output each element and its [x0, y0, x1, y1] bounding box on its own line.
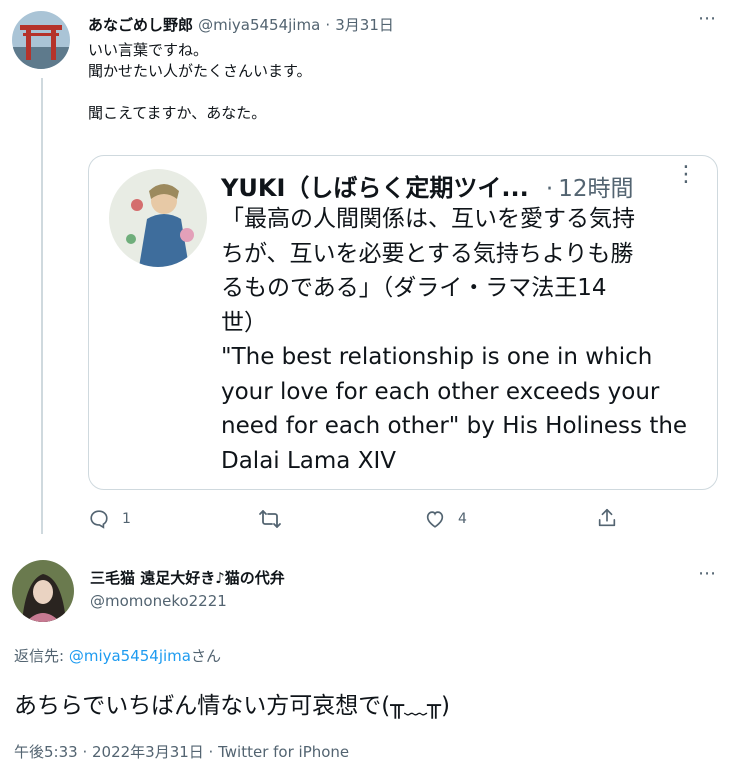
- tweet1-header: あなごめし野郎 @miya5454jima · 3月31日: [88, 14, 394, 35]
- quoted-header: YUKI（しばらく定期ツイ... · 12時間: [221, 168, 634, 203]
- heart-icon: [424, 508, 446, 530]
- quoted-line: ちが、互いを必要とする気持ちよりも勝: [221, 240, 634, 267]
- avatar-torii[interactable]: [12, 11, 70, 69]
- replying-to-handle-link[interactable]: @miya5454jima: [69, 647, 191, 665]
- quoted-line: need for each other" by His Holiness the: [221, 413, 688, 439]
- more-options-icon[interactable]: ⋯: [698, 563, 717, 584]
- quoted-line: 「最高の人間関係は、互いを愛する気持: [221, 206, 635, 232]
- tweet1-date[interactable]: 3月31日: [335, 16, 394, 34]
- tweet2-display-name[interactable]: 三毛猫 遠足大好き♪猫の代弁: [90, 567, 285, 588]
- like-count: 4: [458, 511, 467, 527]
- replying-to: 返信先: @miya5454jimaさん: [14, 645, 221, 666]
- avatar-reply-user[interactable]: [12, 560, 74, 622]
- tweet1-text: いい言葉ですね。 聞かせたい人がたくさんいます。 聞こえてますか、あなた。: [88, 40, 312, 124]
- retweet-icon: [258, 508, 282, 530]
- reply-icon: [88, 508, 110, 530]
- separator-dot: ·: [325, 16, 331, 34]
- tweet1-line: 聞かせたい人がたくさんいます。: [88, 62, 312, 80]
- reply-button[interactable]: 1: [88, 508, 131, 530]
- like-button[interactable]: 4: [424, 508, 467, 530]
- thread-connector: [41, 78, 43, 534]
- tweet2-timestamp[interactable]: 午後5:33 · 2022年3月31日 · Twitter for iPhone: [14, 741, 349, 762]
- tweet1-handle[interactable]: @miya5454jima: [198, 16, 320, 34]
- tweet2-text: あちらでいちばん情ない方可哀想で(╥﹏╥): [14, 693, 450, 719]
- reply-count: 1: [122, 511, 131, 527]
- share-icon: [596, 507, 618, 529]
- tweet1-blank-line: [88, 82, 312, 103]
- replying-to-prefix: 返信先:: [14, 647, 69, 665]
- tweet1-display-name[interactable]: あなごめし野郎: [88, 16, 193, 34]
- quoted-line: 世）: [221, 309, 267, 336]
- tweet1-line: 聞こえてますか、あなた。: [88, 104, 267, 122]
- separator-dot: ·: [545, 176, 554, 202]
- quoted-display-name[interactable]: YUKI（しばらく定期ツイ...: [221, 174, 529, 202]
- replying-to-suffix: さん: [191, 647, 222, 665]
- share-button[interactable]: [596, 507, 618, 529]
- quoted-line: "The best relationship is one in which: [221, 344, 653, 370]
- quoted-tweet-card[interactable]: YUKI（しばらく定期ツイ... · 12時間 ⋮ 「最高の人間関係は、互いを愛…: [88, 155, 718, 490]
- quoted-line: Dalai Lama XIV: [221, 447, 396, 474]
- more-options-icon[interactable]: ⋯: [698, 8, 717, 29]
- quoted-line: your love for each other exceeds your: [221, 378, 660, 405]
- quoted-time[interactable]: 12時間: [558, 176, 633, 202]
- tweet2-display-name-text: 三毛猫 遠足大好き♪猫の代弁: [90, 569, 285, 587]
- quoted-more-icon[interactable]: ⋮: [675, 162, 698, 187]
- quoted-text: 「最高の人間関係は、互いを愛する気持 ちが、互いを必要とする気持ちよりも勝 るも…: [221, 202, 687, 478]
- quoted-line: るものである」（ダライ・ラマ法王14: [221, 275, 607, 301]
- retweet-button[interactable]: [258, 508, 282, 530]
- tweet1-line: いい言葉ですね。: [88, 41, 209, 59]
- quoted-avatar[interactable]: [109, 169, 207, 267]
- tweet2-handle[interactable]: @momoneko2221: [90, 592, 227, 610]
